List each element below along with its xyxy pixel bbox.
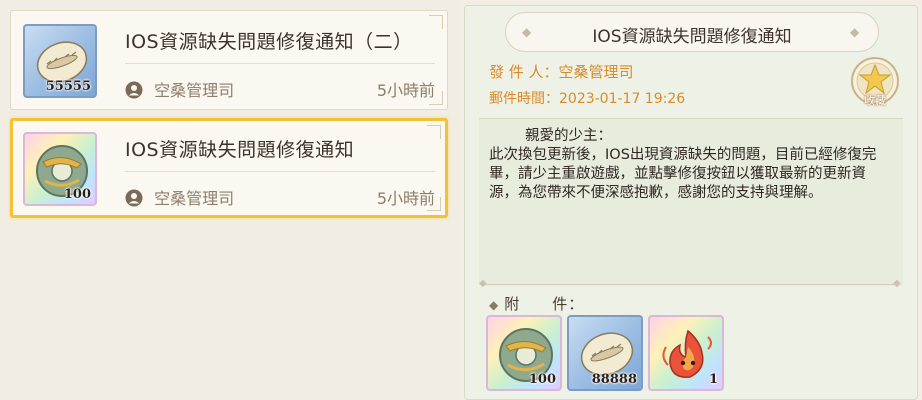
corner-ornament (427, 197, 441, 211)
attachment-quantity: 1 (708, 372, 718, 387)
mail-title: IOS資源缺失問題修復通知（二） (125, 31, 413, 53)
diamond-ornament-icon: ◆ (893, 278, 901, 289)
mail-sender-row: 空桑管理司 5小時前 (125, 185, 435, 209)
attachments-heading: ◆ 附 件： (489, 293, 584, 314)
corner-ornament (429, 15, 443, 29)
mail-time: 5小時前 (376, 81, 435, 100)
subject-banner: ◆ IOS資源缺失問題修復通知 ◆ (505, 12, 879, 52)
mail-body-content: 此次換包更新後，IOS出現資源缺失的問題，目前已經修復完畢，請少主重啟遊戲，並點… (489, 147, 877, 201)
mail-list-item[interactable]: 55555 IOS資源缺失問題修復通知（二） 空桑管理司 5小時前 (10, 10, 448, 110)
mail-sender: 空桑管理司 (154, 189, 235, 208)
mail-list: 55555 IOS資源缺失問題修復通知（二） 空桑管理司 5小時前 100 IO… (0, 0, 458, 400)
mail-body-text: 親愛的少主： 此次換包更新後，IOS出現資源缺失的問題，目前已經修復完畢，請少主… (489, 127, 894, 203)
user-icon (125, 81, 143, 99)
mail-sender: 空桑管理司 (154, 81, 235, 100)
corner-ornament (429, 91, 443, 105)
favorite-label: 收藏 (864, 94, 886, 107)
jade-ring-icon: 100 (23, 132, 97, 206)
corner-ornament (427, 125, 441, 139)
mail-greeting: 親愛的少主： (525, 128, 612, 144)
divider (485, 284, 897, 285)
item-quantity: 55555 (45, 79, 91, 94)
shell-icon: 55555 (23, 24, 97, 98)
mail-sender-row: 空桑管理司 5小時前 (125, 77, 435, 101)
user-icon (125, 189, 143, 207)
diamond-ornament-icon: ◆ (850, 25, 860, 39)
attachment-slot[interactable]: 100 (486, 315, 562, 391)
mail-body: 親愛的少主： 此次換包更新後，IOS出現資源缺失的問題，目前已經修復完畢，請少主… (479, 118, 903, 286)
attachments-label: 附 件： (504, 295, 585, 313)
favorite-button[interactable]: 收藏 (850, 56, 900, 107)
attachment-slot[interactable]: 1 (648, 315, 724, 391)
mail-subject: IOS資源缺失問題修復通知 (592, 27, 792, 47)
mail-title: IOS資源缺失問題修復通知 (125, 139, 355, 161)
mail-detail-panel: ◆ IOS資源缺失問題修復通知 ◆ 發 件 人：空桑管理司 郵件時間：2023-… (464, 5, 918, 400)
mail-time-line: 郵件時間：2023-01-17 19:26 (489, 91, 686, 107)
divider (125, 171, 435, 172)
attachment-quantity: 88888 (591, 372, 637, 387)
attachment-slot[interactable]: 88888 (567, 315, 643, 391)
attachment-quantity: 100 (528, 372, 556, 387)
item-quantity: 100 (63, 187, 91, 202)
divider (125, 63, 435, 64)
mail-sender-line: 發 件 人：空桑管理司 (489, 63, 634, 81)
mail-list-item-selected[interactable]: 100 IOS資源缺失問題修復通知 空桑管理司 5小時前 (10, 118, 448, 218)
diamond-bullet-icon: ◆ (489, 298, 499, 312)
